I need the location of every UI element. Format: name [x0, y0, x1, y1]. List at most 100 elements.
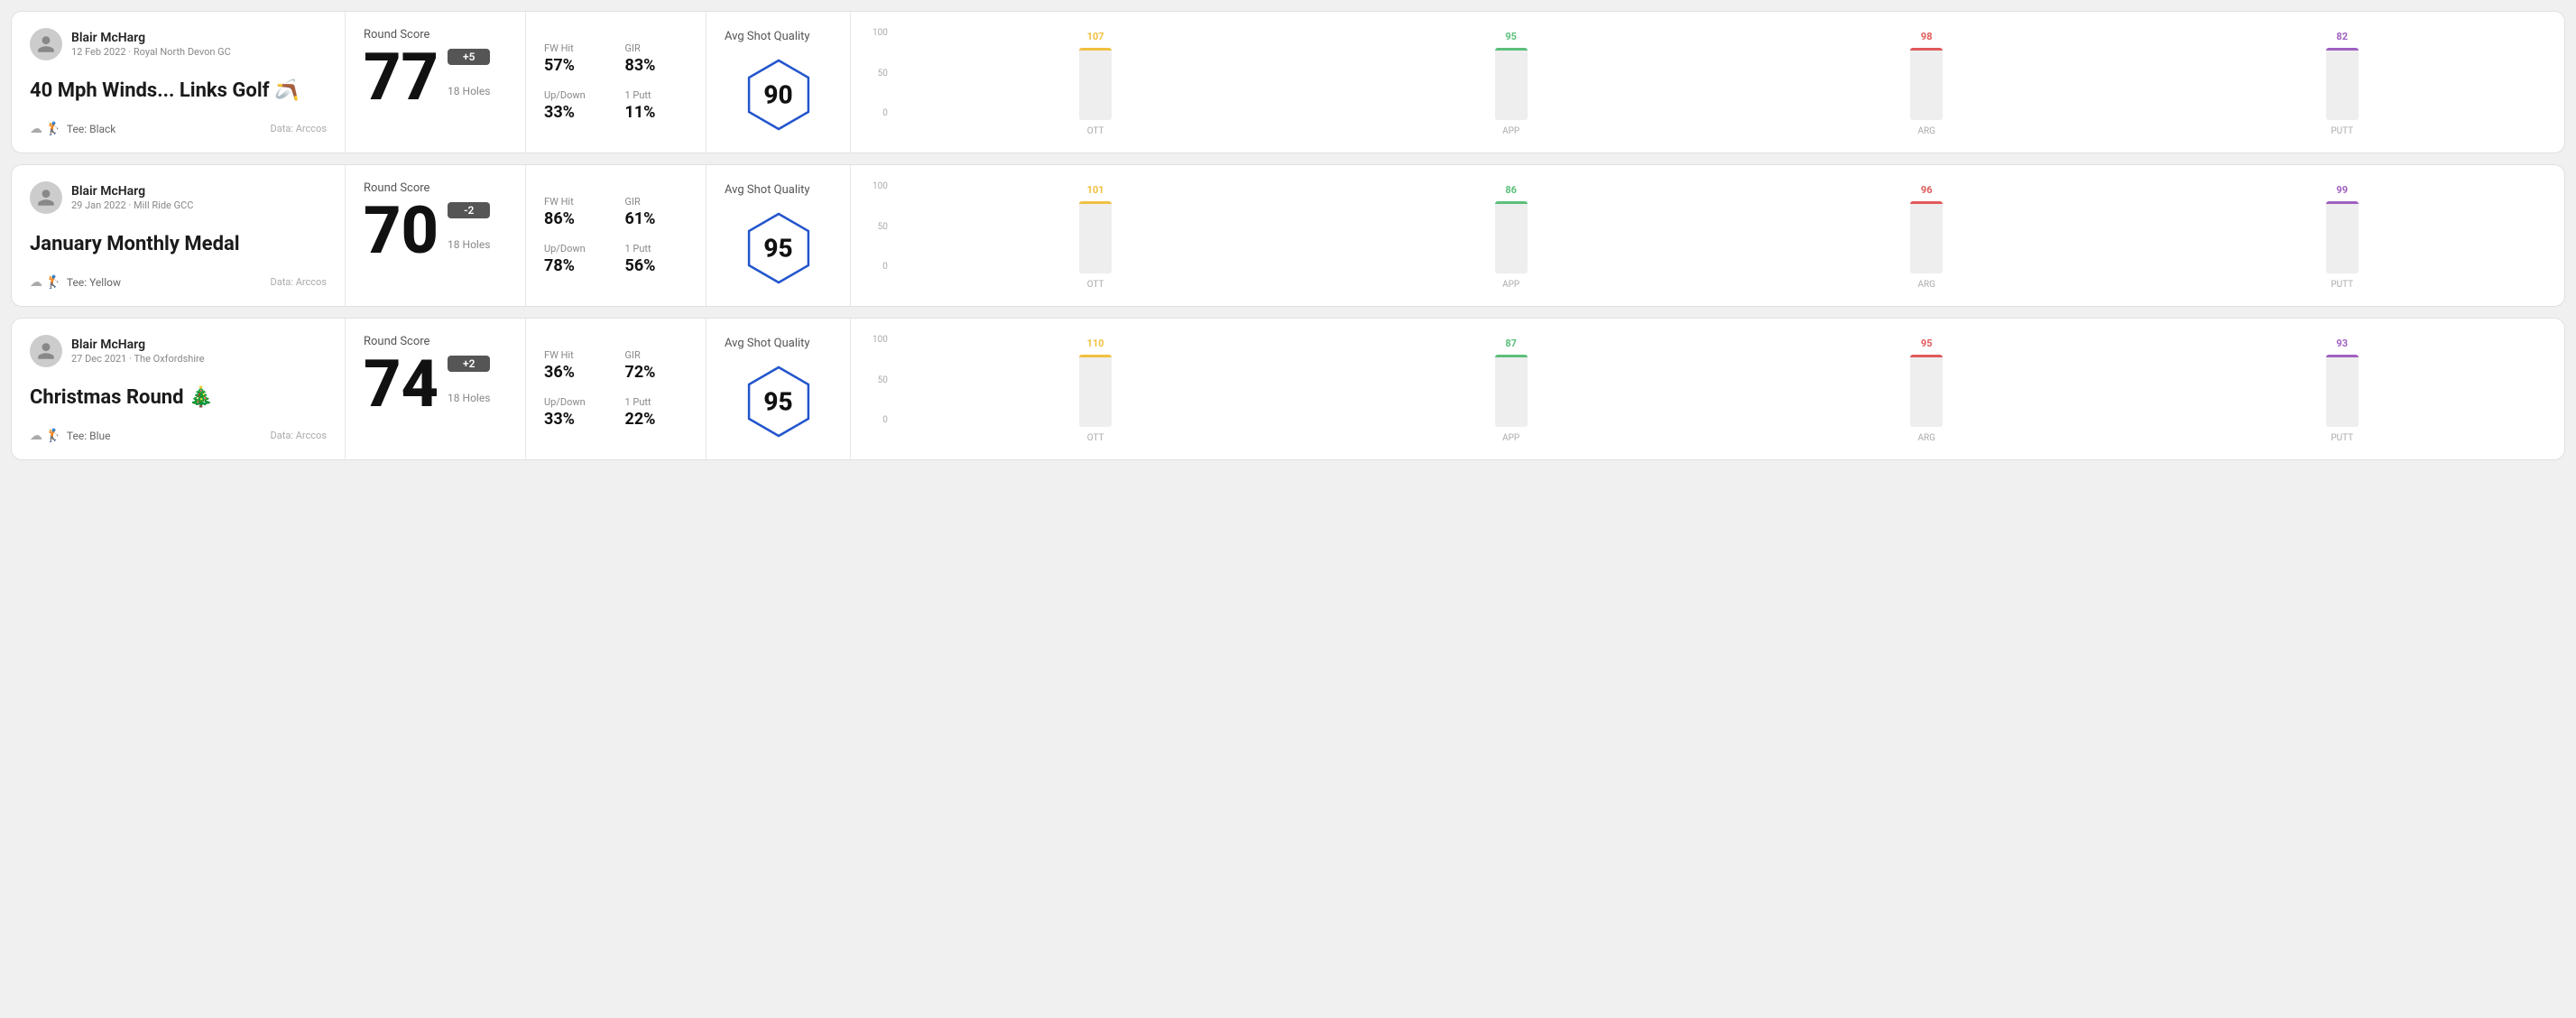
player-header: Blair McHarg12 Feb 2022 · Royal North De… [30, 28, 327, 60]
bar-value-label: 95 [1921, 338, 1933, 349]
score-meta: -218 Holes [448, 202, 490, 264]
stat-gir: GIR72% [625, 349, 688, 382]
stat-updown: Up/Down33% [544, 396, 607, 429]
stat-gir-val: 83% [625, 56, 688, 75]
round-card-round3: Blair McHarg27 Dec 2021 · The Oxfordshir… [11, 318, 2565, 460]
tee-label: Tee: Yellow [67, 276, 121, 289]
bar-accent [2326, 201, 2359, 204]
quality-score: 95 [763, 233, 792, 263]
bar-accent [1079, 201, 1112, 204]
data-source: Data: Arccos [271, 123, 327, 134]
card-left: Blair McHarg27 Dec 2021 · The Oxfordshir… [12, 319, 346, 459]
stat-updown: Up/Down78% [544, 243, 607, 275]
bar-value-label: 101 [1087, 184, 1104, 196]
stat-oneputt-key: 1 Putt [625, 396, 688, 408]
player-name: Blair McHarg [71, 184, 193, 199]
stat-oneputt: 1 Putt22% [625, 396, 688, 429]
player-info: Blair McHarg29 Jan 2022 · Mill Ride GCC [71, 184, 193, 211]
bar-accent [1495, 48, 1528, 51]
player-header: Blair McHarg27 Dec 2021 · The Oxfordshir… [30, 335, 327, 367]
bar-accent [1079, 48, 1112, 51]
bar-col-ott: 110OTT [895, 338, 1297, 443]
y-label: 100 [873, 335, 888, 345]
bar-col-app: 87APP [1310, 338, 1712, 443]
bar-col-putt: 99PUTT [2141, 184, 2543, 290]
stat-fw-hit-val: 57% [544, 56, 607, 75]
chart-section: 100500101OTT86APP96ARG99PUTT [851, 165, 2564, 306]
stats-grid: FW Hit57%GIR83%Up/Down33%1 Putt11% [544, 42, 688, 122]
bar-x-label: ARG [1917, 433, 1935, 443]
bar-value-label: 99 [2336, 184, 2348, 196]
stat-gir-key: GIR [625, 196, 688, 208]
stat-updown-val: 33% [544, 103, 607, 122]
bar-x-label: PUTT [2331, 433, 2353, 443]
holes-label: 18 Holes [448, 85, 490, 97]
round-title: January Monthly Medal [30, 233, 327, 256]
bar-col-arg: 95 ARG [1726, 338, 2128, 443]
score-section: Round Score74+218 Holes [346, 319, 526, 459]
player-info: Blair McHarg12 Feb 2022 · Royal North De… [71, 31, 231, 58]
round-title: 40 Mph Winds... Links Golf 🪃 [30, 79, 327, 103]
y-label: 50 [873, 69, 888, 79]
score-diff-badge: -2 [448, 202, 490, 218]
bar-value-label: 86 [1505, 184, 1517, 196]
stat-fw-hit-val: 86% [544, 209, 607, 228]
stat-updown-val: 78% [544, 256, 607, 275]
weather-icon: ☁ 🏌 [30, 429, 61, 443]
bar-x-label: OTT [1087, 280, 1104, 290]
stat-gir-val: 72% [625, 363, 688, 382]
stat-updown: Up/Down33% [544, 89, 607, 122]
y-label: 0 [873, 262, 888, 272]
bar-wrapper [1079, 355, 1112, 427]
y-label: 50 [873, 375, 888, 385]
bar-col-arg: 96 ARG [1726, 184, 2128, 290]
bar-value-label: 96 [1921, 184, 1933, 196]
bar-x-label: OTT [1087, 433, 1104, 443]
round-card-round1: Blair McHarg12 Feb 2022 · Royal North De… [11, 11, 2565, 153]
hexagon-container: 95 [725, 208, 832, 289]
bar-accent [2326, 48, 2359, 51]
stat-fw-hit-val: 36% [544, 363, 607, 382]
score-diff-badge: +2 [448, 356, 490, 372]
avatar [30, 28, 62, 60]
bar-accent [2326, 355, 2359, 357]
tee-info: ☁ 🏌Tee: Blue [30, 429, 110, 443]
bar-accent [1910, 48, 1943, 51]
bar-x-label: PUTT [2331, 126, 2353, 136]
bar-wrapper [1910, 201, 1943, 273]
tee-info: ☁ 🏌Tee: Black [30, 122, 115, 136]
stat-gir: GIR61% [625, 196, 688, 228]
stat-oneputt-key: 1 Putt [625, 89, 688, 101]
card-left: Blair McHarg12 Feb 2022 · Royal North De… [12, 12, 346, 153]
bar-col-app: 86APP [1310, 184, 1712, 290]
bar-x-label: ARG [1917, 280, 1935, 290]
stat-fw-hit: FW Hit57% [544, 42, 607, 75]
player-name: Blair McHarg [71, 338, 204, 352]
hexagon: 95 [738, 208, 819, 289]
y-label: 0 [873, 415, 888, 425]
stat-fw-hit-key: FW Hit [544, 349, 607, 361]
stats-grid: FW Hit 36% GIR72% Up/Down33% 1 Putt22% [544, 349, 688, 429]
score-section: Round Score77+518 Holes [346, 12, 526, 153]
bar-wrapper [1910, 355, 1943, 427]
bar-wrapper [1495, 201, 1528, 273]
bar-value-label: 107 [1087, 31, 1104, 42]
chart-area: 100500110OTT87APP95ARG93PUTT [873, 335, 2543, 443]
score-row: 77+518 Holes [364, 45, 507, 110]
y-label: 100 [873, 181, 888, 191]
bar-col-app: 95APP [1310, 31, 1712, 136]
bar-wrapper [1910, 48, 1943, 120]
card-footer: ☁ 🏌Tee: YellowData: Arccos [30, 275, 327, 290]
bar-col-ott: 101 OTT [895, 184, 1297, 290]
bar-x-label: ARG [1917, 126, 1935, 136]
quality-score: 95 [763, 386, 792, 416]
bar-x-label: OTT [1087, 126, 1104, 136]
data-source: Data: Arccos [271, 430, 327, 441]
bar-col-putt: 82PUTT [2141, 31, 2543, 136]
tee-label: Tee: Black [67, 123, 115, 135]
y-axis: 100500 [873, 28, 888, 136]
stat-oneputt-key: 1 Putt [625, 243, 688, 255]
stat-gir: GIR83% [625, 42, 688, 75]
card-footer: ☁ 🏌Tee: Black Data: Arccos [30, 122, 327, 136]
chart-section: 100500110OTT87APP95ARG93PUTT [851, 319, 2564, 459]
